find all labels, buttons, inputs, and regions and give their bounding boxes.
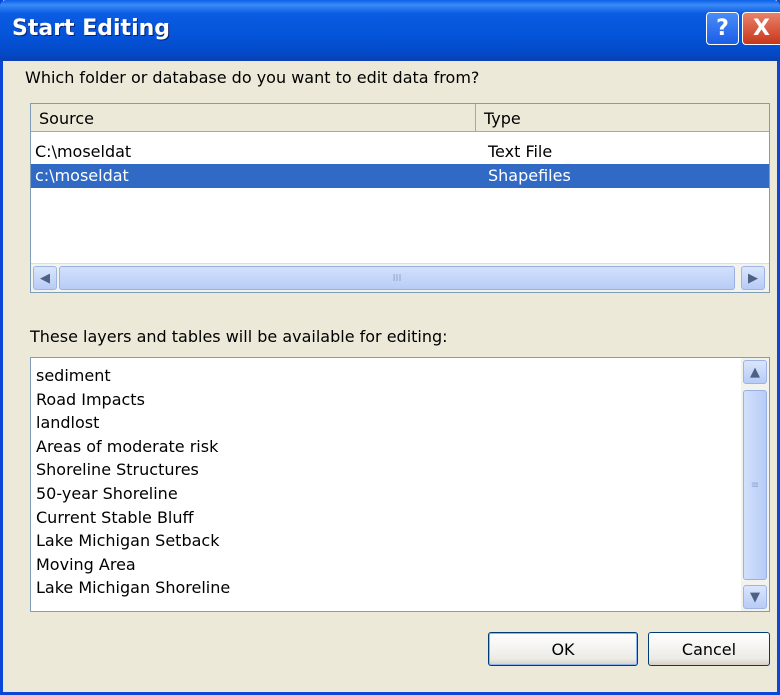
layer-list-item[interactable]: landlost: [36, 411, 99, 434]
layer-list-item[interactable]: Areas of moderate risk: [36, 435, 218, 458]
chevron-down-icon: ▼: [750, 589, 760, 605]
close-icon: X: [753, 16, 770, 41]
source-type: Shapefiles: [488, 166, 571, 185]
column-header-type[interactable]: Type: [476, 104, 769, 132]
source-list[interactable]: Source Type C:\moseldat Text File c:\mos…: [30, 103, 770, 293]
scroll-thumb-vertical[interactable]: ≡: [743, 390, 767, 580]
chevron-left-icon: ◀: [40, 270, 50, 286]
scroll-up-button[interactable]: ▲: [743, 360, 767, 384]
source-row-selected[interactable]: c:\moseldat Shapefiles: [31, 164, 769, 188]
source-prompt-label: Which folder or database do you want to …: [25, 68, 480, 87]
column-header-source[interactable]: Source: [31, 104, 476, 132]
horizontal-scrollbar[interactable]: ◀ III ▶: [31, 263, 769, 292]
title-bar[interactable]: Start Editing ? X: [0, 0, 780, 61]
dialog-title: Start Editing: [12, 16, 171, 41]
layer-list-item[interactable]: Lake Michigan Setback: [36, 529, 219, 552]
layer-list-item[interactable]: sediment: [36, 364, 111, 387]
layer-list-item[interactable]: Moving Area: [36, 553, 136, 576]
source-row[interactable]: C:\moseldat Text File: [31, 140, 769, 164]
layer-list-item[interactable]: Current Stable Bluff: [36, 506, 194, 529]
scroll-down-button[interactable]: ▼: [743, 585, 767, 609]
cancel-button[interactable]: Cancel: [648, 632, 770, 666]
ok-button[interactable]: OK: [488, 632, 638, 666]
chevron-up-icon: ▲: [750, 364, 760, 380]
vertical-scrollbar[interactable]: ▲ ≡ ▼: [741, 358, 769, 611]
grip-icon: ≡: [750, 479, 760, 491]
grip-icon: III: [392, 272, 402, 284]
help-icon: ?: [716, 16, 729, 41]
help-button[interactable]: ?: [706, 12, 739, 45]
source-path: C:\moseldat: [35, 142, 132, 161]
source-path: c:\moseldat: [35, 166, 129, 185]
scroll-thumb-horizontal[interactable]: III: [59, 266, 735, 290]
source-type: Text File: [488, 142, 553, 161]
layer-list-item[interactable]: Shoreline Structures: [36, 458, 199, 481]
scroll-left-button[interactable]: ◀: [33, 266, 57, 290]
layer-list-item[interactable]: Road Impacts: [36, 388, 145, 411]
layer-list-item[interactable]: 50-year Shoreline: [36, 482, 178, 505]
scroll-right-button[interactable]: ▶: [741, 266, 765, 290]
close-button[interactable]: X: [742, 12, 780, 45]
chevron-right-icon: ▶: [748, 270, 758, 286]
layer-list-item[interactable]: Lake Michigan Shoreline: [36, 576, 230, 599]
editable-layers-list[interactable]: sediment Road Impacts landlost Areas of mod…: [30, 357, 770, 612]
layers-label: These layers and tables will be availabl…: [30, 327, 448, 346]
